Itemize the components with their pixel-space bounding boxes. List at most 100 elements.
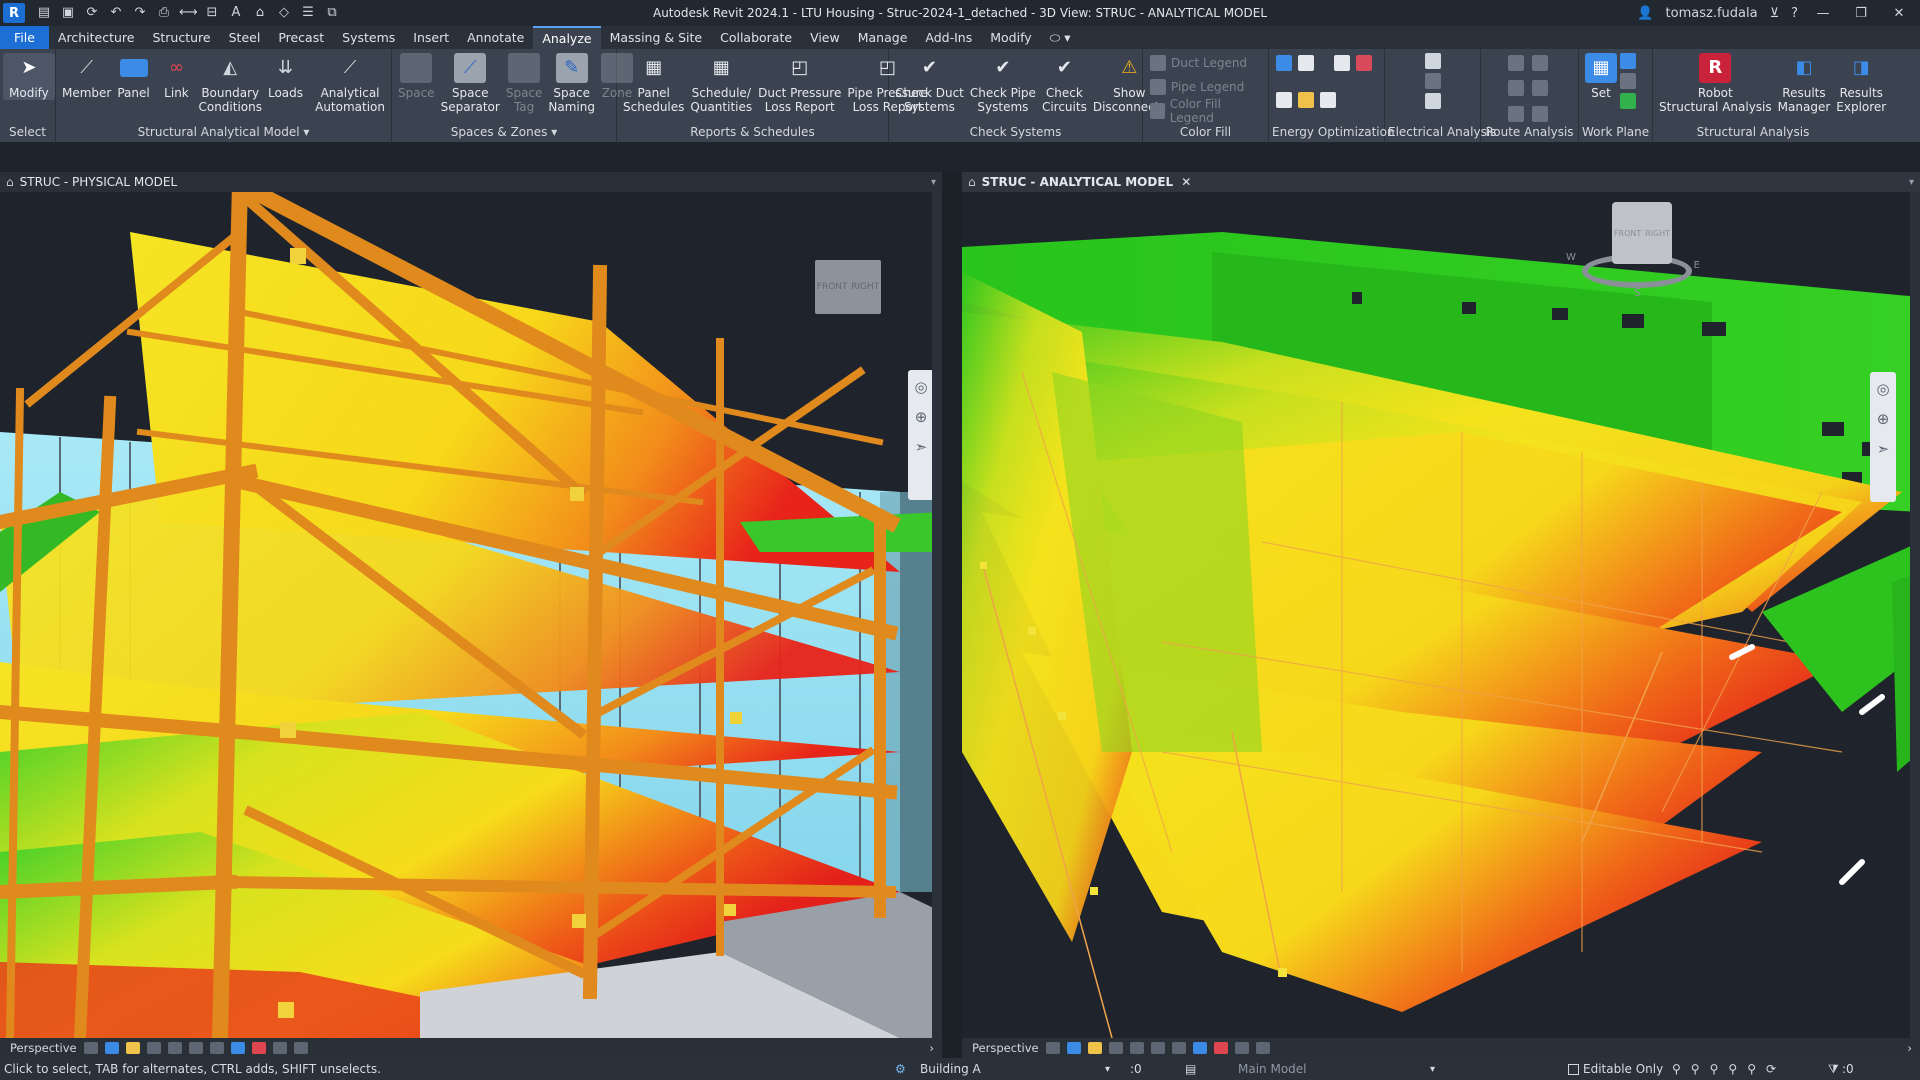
pipe-legend-button[interactable]: Pipe Legend — [1150, 77, 1261, 97]
navigation-bar-physical[interactable]: ◎ ⊕ ➣ — [908, 370, 934, 500]
view-menu-icon[interactable]: ▾ — [1909, 177, 1914, 188]
panel-schedules-button[interactable]: ▦ Panel Schedules — [620, 53, 687, 115]
space-tag-button[interactable]: Space Tag — [503, 53, 546, 114]
lock-3d-icon[interactable] — [209, 1042, 224, 1054]
analytical-automation-button[interactable]: ⟋ Analytical Automation — [312, 53, 388, 115]
select-pinned-icon[interactable]: ⚲ — [1710, 1062, 1719, 1076]
signin-user-icon[interactable]: 👤 — [1637, 6, 1653, 21]
measure-icon[interactable]: ⟷ — [179, 5, 198, 21]
switch-windows-icon[interactable]: ⧉ — [323, 5, 341, 21]
duct-legend-button[interactable]: Duct Legend — [1150, 53, 1261, 73]
show-crop-icon[interactable] — [188, 1042, 203, 1054]
energy-chart-icon[interactable] — [1320, 92, 1336, 108]
link-button[interactable]: ∞ Link — [157, 53, 195, 101]
zoom-icon[interactable]: ⊕ — [1877, 410, 1890, 428]
panel-title-select[interactable]: Select — [3, 123, 52, 141]
view-mode-analytical[interactable]: Perspective — [972, 1041, 1039, 1055]
set-work-plane-button[interactable]: ▦ Set — [1582, 53, 1620, 100]
analytical-model-icon[interactable] — [272, 1042, 287, 1054]
route-table-icon[interactable] — [1508, 105, 1524, 122]
space-naming-button[interactable]: ✎ Space Naming — [545, 53, 598, 114]
user-name[interactable]: tomasz.fudala — [1666, 6, 1758, 21]
view-tab-physical[interactable]: ⌂ STRUC - PHYSICAL MODEL ▾ — [0, 172, 942, 192]
text-icon[interactable]: A — [227, 5, 245, 21]
print-icon[interactable]: ⎙ — [155, 5, 173, 21]
modify-button[interactable]: ➤ Modify — [3, 53, 55, 100]
show-crop-icon[interactable] — [1150, 1042, 1165, 1054]
view-splitter[interactable] — [942, 172, 962, 1058]
workset-select[interactable]: Building A — [920, 1062, 981, 1076]
select-links-icon[interactable]: ⚲ — [1672, 1062, 1681, 1076]
panel-title-work-plane[interactable]: Work Plane — [1582, 123, 1649, 141]
steering-wheel-icon[interactable]: ◎ — [914, 378, 927, 396]
highlight-displacement-icon[interactable] — [293, 1042, 308, 1054]
sync-icon[interactable]: ⟳ — [83, 5, 101, 21]
tab-precast[interactable]: Precast — [269, 26, 333, 49]
thin-lines-icon[interactable]: ☰ — [299, 5, 317, 21]
open-icon[interactable]: ▤ — [35, 5, 53, 21]
view-cube-physical[interactable]: FRONT RIGHT — [815, 260, 881, 314]
highlight-displacement-icon[interactable] — [1255, 1042, 1270, 1054]
scrollbar-vertical-left[interactable] — [932, 192, 942, 1038]
steering-wheel-icon[interactable]: ◎ — [1876, 380, 1889, 398]
energy-model-icon[interactable] — [1298, 55, 1314, 71]
restore-button[interactable]: ❐ — [1848, 6, 1874, 21]
energy-create-icon[interactable] — [1356, 55, 1372, 71]
results-manager-button[interactable]: ◧ Results Manager — [1775, 53, 1834, 115]
visual-style-icon[interactable] — [1066, 1042, 1081, 1054]
space-separator-button[interactable]: ⟋ Space Separator — [438, 53, 503, 114]
contextual-tab-dropdown-icon[interactable]: ⬭ ▾ — [1041, 26, 1080, 49]
editable-only-checkbox[interactable] — [1568, 1063, 1579, 1075]
electrical-load-icon[interactable] — [1424, 53, 1441, 69]
energy-system-icon[interactable] — [1298, 92, 1314, 108]
space-button[interactable]: Space — [395, 53, 438, 100]
tab-collaborate[interactable]: Collaborate — [711, 26, 801, 49]
route-points-icon[interactable] — [1508, 80, 1524, 97]
view-cube-analytical[interactable]: FRONT RIGHT W E S — [1562, 202, 1712, 302]
shadows-icon[interactable] — [1108, 1042, 1123, 1054]
panel-title-structural-analysis[interactable]: Structural Analysis — [1656, 123, 1850, 141]
viewer-icon[interactable] — [1620, 93, 1636, 109]
revit-logo-icon[interactable]: R — [3, 3, 25, 23]
zoom-icon[interactable]: ⊕ — [915, 408, 928, 426]
panel-title-route-analysis[interactable]: Route Analysis — [1484, 123, 1575, 141]
navigation-bar-analytical[interactable]: ◎ ⊕ ➣ — [1870, 372, 1896, 502]
energy-results-icon[interactable] — [1334, 55, 1350, 71]
color-fill-legend-button[interactable]: Color Fill Legend — [1150, 97, 1261, 125]
scroll-right-icon[interactable]: › — [1907, 1041, 1912, 1055]
view-tab-analytical[interactable]: ⌂ STRUC - ANALYTICAL MODEL ✕ ▾ — [962, 172, 1920, 192]
panel-title-color-fill[interactable]: Color Fill — [1146, 123, 1265, 141]
temp-hide-icon[interactable] — [1192, 1042, 1207, 1054]
physical-model-canvas[interactable] — [0, 192, 942, 1038]
show-work-plane-icon[interactable] — [1620, 53, 1636, 69]
help-icon[interactable]: ? — [1791, 6, 1798, 21]
sun-path-icon[interactable] — [125, 1042, 140, 1054]
tab-view[interactable]: View — [801, 26, 849, 49]
view-cube-box[interactable]: FRONT RIGHT — [1612, 202, 1672, 264]
filter-icon[interactable]: ⧩ — [1828, 1062, 1839, 1077]
robot-structural-analysis-button[interactable]: R Robot Structural Analysis — [1656, 53, 1775, 114]
select-by-face-icon[interactable]: ⚲ — [1728, 1062, 1737, 1076]
tab-annotate[interactable]: Annotate — [458, 26, 533, 49]
check-duct-systems-button[interactable]: ✔ Check Duct Systems — [892, 53, 967, 115]
tab-systems[interactable]: Systems — [333, 26, 404, 49]
section-icon[interactable]: ◇ — [275, 5, 293, 21]
detail-level-icon[interactable] — [1045, 1042, 1060, 1054]
scrollbar-vertical-right[interactable] — [1910, 192, 1920, 1038]
3d-home-icon[interactable]: ⌂ — [251, 5, 269, 21]
route-reveal-icon[interactable] — [1532, 105, 1548, 122]
detail-level-icon[interactable] — [83, 1042, 98, 1054]
energy-settings-icon[interactable] — [1276, 55, 1292, 71]
energy-check-icon[interactable] — [1276, 92, 1292, 108]
visual-style-icon[interactable] — [104, 1042, 119, 1054]
editable-only-toggle[interactable]: Editable Only — [1568, 1062, 1663, 1076]
analytical-model-canvas[interactable] — [962, 192, 1920, 1038]
member-button[interactable]: ⟋ Member — [59, 53, 114, 101]
tab-file[interactable]: File — [0, 26, 49, 49]
panel-title-reports-schedules[interactable]: Reports & Schedules — [620, 123, 885, 141]
panel-title-spaces-zones[interactable]: Spaces & Zones ▾ — [395, 123, 613, 141]
tab-manage[interactable]: Manage — [849, 26, 917, 49]
tab-add-ins[interactable]: Add-Ins — [916, 26, 981, 49]
loads-button[interactable]: ⇊ Loads — [265, 53, 306, 101]
tab-massing-site[interactable]: Massing & Site — [601, 26, 712, 49]
